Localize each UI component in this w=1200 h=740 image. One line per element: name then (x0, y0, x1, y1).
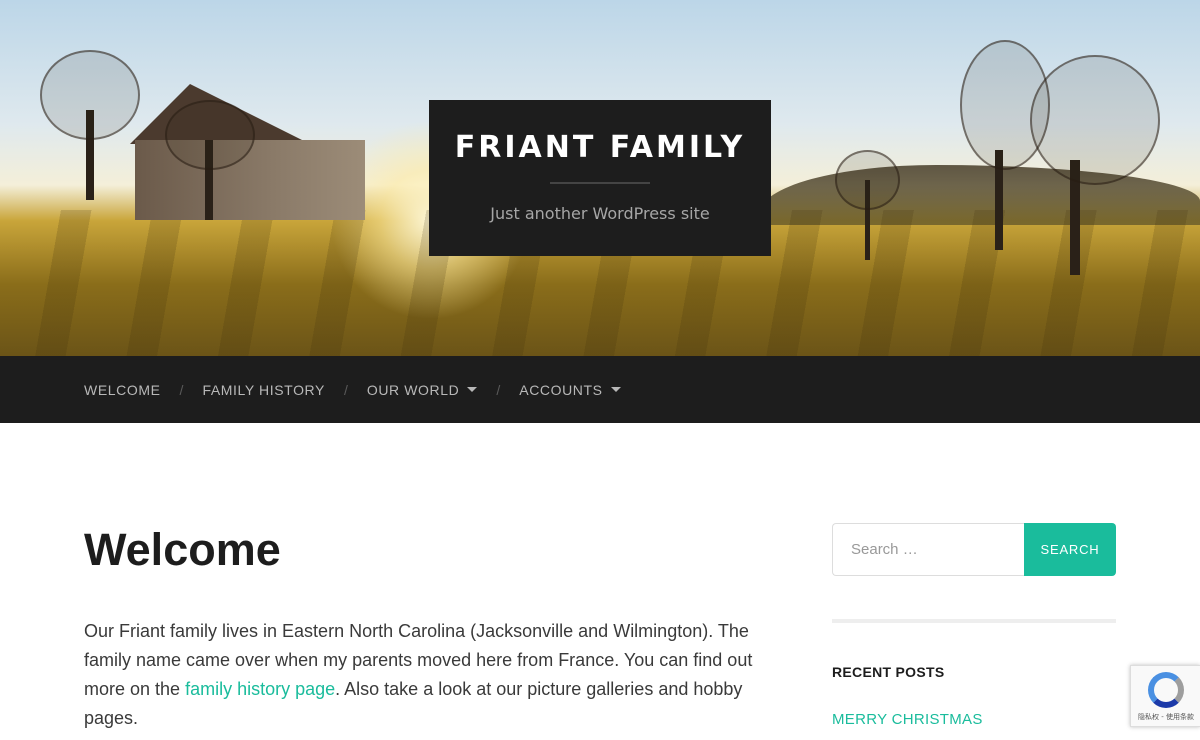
nav-separator: / (343, 381, 348, 398)
nav-item-label: FAMILY HISTORY (202, 381, 325, 398)
recaptcha-badge[interactable]: 隐私权 - 使用条款 (1130, 665, 1200, 727)
site-tagline: Just another WordPress site (490, 204, 710, 223)
recent-post-link[interactable]: MERRY CHRISTMAS (832, 711, 983, 728)
tree-crown (40, 50, 140, 140)
recent-posts-title: RECENT POSTS (832, 664, 945, 680)
tree-crown (835, 150, 900, 210)
nav-separator: / (496, 381, 501, 398)
caret-down-icon (610, 387, 621, 392)
barn (135, 140, 365, 220)
title-divider (550, 182, 650, 184)
recaptcha-footer-text[interactable]: 隐私权 - 使用条款 (1131, 712, 1200, 722)
nav-item-accounts[interactable]: ACCOUNTS (519, 381, 621, 398)
family-history-link[interactable]: family history page (185, 679, 335, 699)
post-content: Our Friant family lives in Eastern North… (84, 617, 764, 733)
site-title[interactable]: FRIANT FAMILY (429, 130, 771, 165)
nav-item-label: OUR WORLD (366, 381, 460, 398)
nav-item-label: WELCOME (84, 381, 161, 398)
header-image: FRIANT FAMILY Just another WordPress sit… (0, 0, 1200, 356)
nav-item-family-history[interactable]: FAMILY HISTORY (202, 382, 325, 398)
nav-menu: WELCOME / FAMILY HISTORY / OUR WORLD / A… (84, 356, 621, 423)
recaptcha-icon (1148, 672, 1184, 708)
tree-crown (165, 100, 255, 170)
nav-item-welcome[interactable]: WELCOME (84, 382, 161, 398)
main-navigation: WELCOME / FAMILY HISTORY / OUR WORLD / A… (0, 356, 1200, 423)
page-title: Welcome (84, 524, 281, 575)
widget-divider (832, 619, 1116, 623)
caret-down-icon (467, 387, 478, 392)
search-button[interactable]: SEARCH (1024, 523, 1116, 576)
nav-separator: / (179, 381, 184, 398)
search-input[interactable] (832, 523, 1025, 576)
site-branding: FRIANT FAMILY Just another WordPress sit… (429, 100, 771, 256)
nav-item-our-world[interactable]: OUR WORLD (367, 382, 478, 398)
tree-crown (1030, 55, 1160, 185)
nav-item-label: ACCOUNTS (519, 381, 603, 398)
